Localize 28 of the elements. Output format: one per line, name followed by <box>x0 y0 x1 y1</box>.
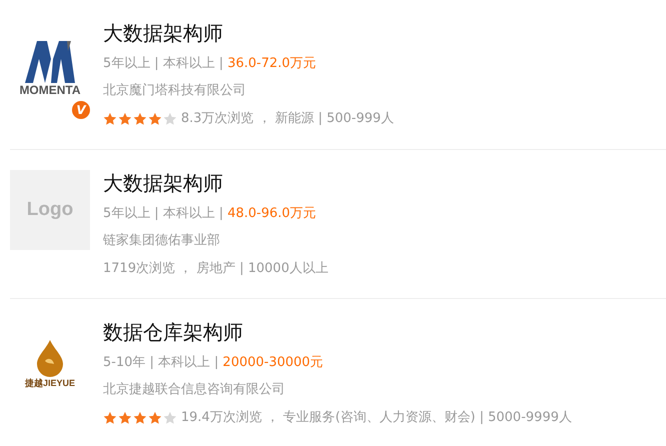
requirements: 5年以上 | 本科以上 | <box>103 205 224 223</box>
logo-text: MOMENTA <box>19 83 81 97</box>
job-title[interactable]: 大数据架构师 <box>103 18 394 48</box>
salary: 20000-30000元 <box>222 354 324 372</box>
star-icon <box>148 411 162 425</box>
star-icon <box>103 112 117 126</box>
job-title[interactable]: 数据仓库架构师 <box>103 317 572 347</box>
star-icon <box>118 112 132 126</box>
verified-badge: V <box>71 100 91 120</box>
star-icon <box>118 411 132 425</box>
star-icon <box>163 112 177 126</box>
drop-logo-icon <box>35 338 65 376</box>
star-icon <box>148 112 162 126</box>
star-icon <box>133 112 147 126</box>
logo-mark-icon <box>23 39 77 83</box>
logo-text: 捷越JIEYUE <box>24 376 75 390</box>
salary: 48.0-96.0万元 <box>227 205 316 223</box>
requirements: 5年以上 | 本科以上 | <box>103 55 224 73</box>
job-title[interactable]: 大数据架构师 <box>103 168 328 198</box>
star-icon <box>133 411 147 425</box>
star-icon <box>103 411 117 425</box>
requirements: 5-10年 | 本科以上 | <box>103 354 219 372</box>
company-meta: 1719次浏览 ， 房地产 | 10000人以上 <box>103 260 328 278</box>
company-meta: 8.3万次浏览 ， 新能源 | 500-999人 <box>181 110 394 128</box>
salary: 36.0-72.0万元 <box>227 55 316 73</box>
company-meta: 19.4万次浏览 ， 专业服务(咨询、人力资源、财会) | 5000-9999人 <box>181 409 572 427</box>
star-icon <box>163 411 177 425</box>
logo-text: Logo <box>26 199 74 221</box>
